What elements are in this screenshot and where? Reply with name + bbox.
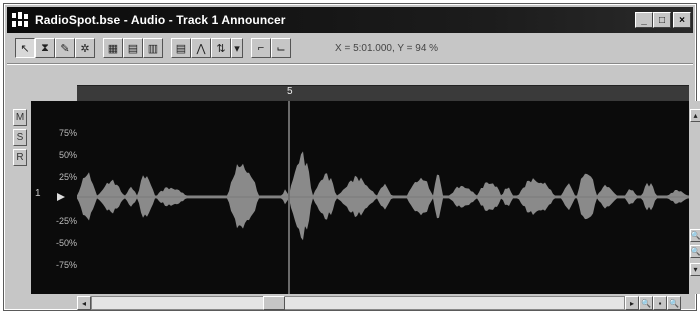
pencil-icon[interactable]: ✎: [55, 38, 75, 58]
axis-label-25: 25%: [58, 172, 77, 182]
scroll-up-icon[interactable]: ▴: [690, 109, 700, 122]
axis-label-minus-25: -25%: [55, 216, 77, 226]
play-marker-icon: [57, 193, 65, 201]
dropdown-icon[interactable]: ⇅: [211, 38, 231, 58]
window-title: RadioSpot.bse - Audio - Track 1 Announce…: [35, 13, 286, 27]
edit-icon[interactable]: ⋀: [191, 38, 211, 58]
snap-icon[interactable]: ▤: [171, 38, 191, 58]
title-bar[interactable]: RadioSpot.bse - Audio - Track 1 Announce…: [7, 7, 693, 33]
zoom-out-horizontal-icon[interactable]: 🔍: [667, 296, 681, 310]
zoom-out-vertical-icon[interactable]: 🔍: [690, 245, 700, 258]
app-icon[interactable]: [11, 11, 31, 29]
envelope-alt-icon[interactable]: ⌙: [271, 38, 291, 58]
waveform-icon[interactable]: ▤: [123, 38, 143, 58]
grid-icon[interactable]: ▦: [103, 38, 123, 58]
axis-label-75: 75%: [58, 128, 77, 138]
arrow-icon[interactable]: ↖: [15, 38, 35, 58]
mute-button[interactable]: M: [13, 109, 27, 126]
axis-label-minus-75: -75%: [55, 260, 77, 270]
waveform-panel[interactable]: 75% 50% 25% -25% -50% -75% 1: [31, 101, 689, 294]
audio-editor-window: RadioSpot.bse - Audio - Track 1 Announce…: [3, 3, 700, 311]
chevron-down-icon[interactable]: ▾: [231, 38, 243, 58]
window-controls: _ □ ×: [635, 12, 691, 28]
waveform-graphic: [77, 101, 689, 294]
time-ruler[interactable]: 5: [77, 85, 689, 101]
axis-label-50: 50%: [58, 150, 77, 160]
envelope-icon[interactable]: ⌐: [251, 38, 271, 58]
minimize-button[interactable]: _: [635, 12, 653, 28]
cursor-coordinates: X = 5:01.000, Y = 94 %: [335, 42, 439, 54]
scroll-left-icon[interactable]: ◂: [77, 296, 91, 310]
toolbar: ↖ ⧗ ✎ ✲ ▦ ▤ ▥ ▤ ⋀ ⇅ ▾ ⌐ ⌙ X = 5:01.000, …: [7, 35, 693, 61]
solo-button[interactable]: S: [13, 129, 27, 146]
track-number: 1: [35, 188, 41, 199]
scroll-right-icon[interactable]: ▸: [625, 296, 639, 310]
zoom-in-horizontal-icon[interactable]: 🔍: [639, 296, 653, 310]
ruler-marker-label: 5: [287, 86, 293, 97]
record-button[interactable]: R: [13, 149, 27, 166]
scroll-down-icon[interactable]: ▾: [690, 263, 700, 276]
maximize-button[interactable]: □: [653, 12, 671, 28]
stacked-icon[interactable]: ▥: [143, 38, 163, 58]
zoom-normal-icon[interactable]: ▪: [653, 296, 667, 310]
toolbar-divider: [7, 63, 693, 65]
zoom-in-vertical-icon[interactable]: 🔍: [690, 229, 700, 242]
figure-icon[interactable]: ⧗: [35, 38, 55, 58]
axis-label-minus-50: -50%: [55, 238, 77, 248]
horizontal-scrollbar[interactable]: [91, 296, 625, 310]
audio-waveform: [77, 151, 689, 241]
horizontal-scroll-thumb[interactable]: [263, 296, 285, 310]
close-button[interactable]: ×: [673, 12, 691, 28]
gear-icon[interactable]: ✲: [75, 38, 95, 58]
